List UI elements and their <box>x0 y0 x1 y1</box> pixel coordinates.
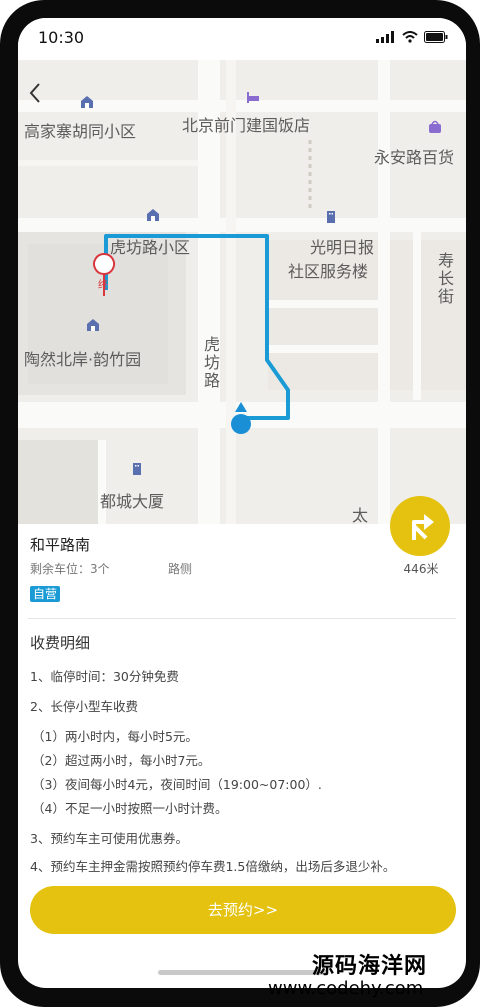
location-type: 路侧 <box>168 562 193 576</box>
map-label: 太 <box>352 506 369 524</box>
fee-rule: 2、长停小型车收费 <box>30 699 138 714</box>
self-operated-badge: 自营 <box>30 586 61 602</box>
watermark-url: www.codehy.com <box>268 978 424 999</box>
status-time: 10:30 <box>38 28 85 47</box>
navigate-button[interactable] <box>390 496 450 556</box>
signal-icon <box>376 31 394 43</box>
fee-rule: （1）两小时内，每小时5元。 <box>32 729 198 744</box>
map-label: 北京前门建国饭店 <box>182 116 311 135</box>
fee-rule: 4、预约车主押金需按照预约停车费1.5倍缴纳，出场后多退少补。 <box>30 859 396 874</box>
residential-icon <box>81 96 93 108</box>
status-bar: 10:30 <box>18 18 466 60</box>
fee-rule: （3）夜间每小时4元，夜间时间（19:00~07:00）. <box>32 777 322 792</box>
watermark-title: 源码海洋网 <box>312 954 428 979</box>
building-icon <box>133 463 141 475</box>
shopping-icon <box>429 120 441 133</box>
reserve-button[interactable]: 去预约>> <box>30 886 456 934</box>
map-label: 虎坊路小区 <box>110 238 191 257</box>
chevron-left-icon <box>29 83 40 103</box>
map-label: 社区服务楼 <box>288 262 369 281</box>
wifi-icon <box>402 31 418 43</box>
map-label: 光明日报 <box>310 238 375 257</box>
map-label: 永安路百货 <box>374 148 455 167</box>
home-indicator <box>158 970 328 975</box>
residential-icon <box>147 209 159 221</box>
fee-title: 收费明细 <box>30 634 91 652</box>
fee-rule: 1、临停时间：30分钟免费 <box>30 669 179 684</box>
distance-label: 446米 <box>403 562 439 576</box>
map-label: 都城大厦 <box>100 492 165 511</box>
map-label: 陶然北岸·韵竹园 <box>24 350 142 369</box>
hotel-icon <box>247 92 259 103</box>
map-label: 寿长街 <box>435 252 454 306</box>
residential-icon <box>87 319 99 331</box>
fee-rule: 3、预约车主可使用优惠券。 <box>30 831 188 846</box>
map-view[interactable]: 高家寨胡同小区 北京前门建国饭店 永安路百货 虎坊路小区 光明日报 社区服务楼 … <box>18 60 466 524</box>
turn-arrow-icon <box>412 514 434 540</box>
remaining-spaces: 剩余车位：3个 <box>30 562 110 576</box>
phone-frame: 10:30 高家寨胡同小区 北京前门建国饭店 永安路百货 虎坊路小区 光明日报 … <box>0 0 480 1007</box>
fee-rule: （4）不足一小时按照一小时计费。 <box>32 801 228 816</box>
battery-icon <box>424 31 448 43</box>
app-screen: 10:30 高家寨胡同小区 北京前门建国饭店 永安路百货 虎坊路小区 光明日报 … <box>18 18 466 988</box>
destination-marker[interactable]: 终 <box>98 276 108 291</box>
divider <box>28 618 456 619</box>
parking-name: 和平路南 <box>30 536 91 554</box>
map-label: 高家寨胡同小区 <box>24 122 137 141</box>
status-icons <box>376 31 448 43</box>
building-icon <box>327 211 335 223</box>
map-label: 虎坊路 <box>201 336 220 390</box>
fee-rule: （2）超过两小时，每小时7元。 <box>32 753 211 768</box>
